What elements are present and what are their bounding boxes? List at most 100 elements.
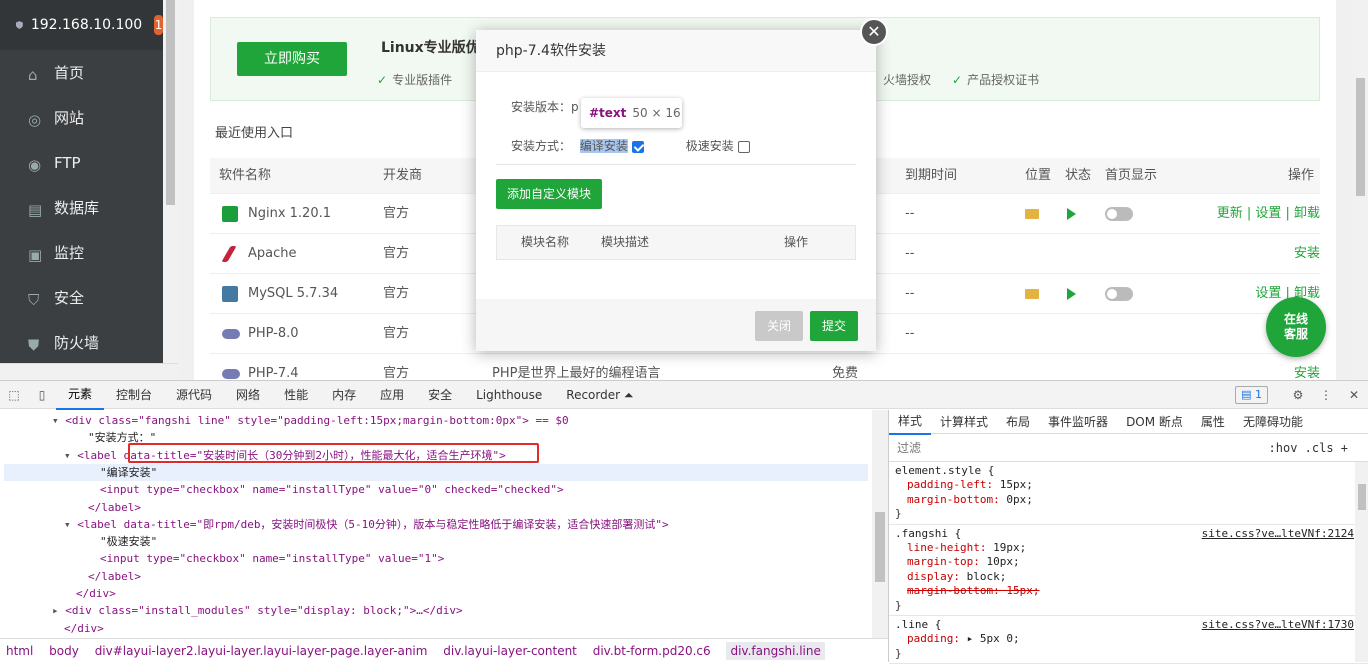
- dom-node-line[interactable]: ▾ <label data-title="即rpm/deb，安装时间极快（5-1…: [0, 516, 669, 533]
- rule-source-link[interactable]: site.css?ve…lteVNf:2124: [1202, 527, 1354, 541]
- overridden-css-property[interactable]: margin-bottom: 15px;: [895, 584, 1362, 598]
- sidebar-item-website[interactable]: ◎ 网站: [0, 95, 163, 140]
- dom-node-line[interactable]: ▾ <div class="fangshi line" style="paddi…: [0, 412, 569, 429]
- css-property[interactable]: display: block;: [895, 570, 1362, 584]
- dom-node-line[interactable]: "编译安装": [4, 463, 868, 481]
- filter-toolbar[interactable]: :hov .cls +: [1269, 434, 1348, 462]
- dom-node-line[interactable]: </label>: [0, 499, 141, 516]
- folder-icon[interactable]: [1025, 208, 1039, 219]
- check-icon: ✓: [952, 73, 963, 87]
- tab-accessibility[interactable]: 无障碍功能: [1234, 410, 1312, 434]
- sidebar-item-monitor[interactable]: ▣ 监控: [0, 230, 163, 275]
- fast-install-checkbox[interactable]: [737, 140, 750, 153]
- tab-styles[interactable]: 样式: [889, 409, 932, 435]
- tab-lighthouse[interactable]: Lighthouse: [464, 381, 554, 409]
- expand-arrow-icon[interactable]: ▾: [64, 518, 77, 531]
- submit-button[interactable]: 提交: [810, 311, 858, 341]
- close-icon[interactable]: ✕: [860, 18, 888, 46]
- tab-dom-breakpoints[interactable]: DOM 断点: [1117, 410, 1192, 434]
- col-ops: 操作: [1288, 168, 1315, 183]
- tab-application[interactable]: 应用: [368, 381, 416, 409]
- tab-layout[interactable]: 布局: [997, 410, 1039, 434]
- recent-entry-label: 最近使用入口: [215, 126, 294, 141]
- breadcrumb-item-active[interactable]: div.fangshi.line: [726, 642, 825, 660]
- styles-scrollbar[interactable]: [1355, 462, 1368, 662]
- tab-elements[interactable]: 元素: [56, 380, 105, 410]
- gear-icon[interactable]: ⚙: [1284, 388, 1312, 402]
- dom-node-line[interactable]: ▸ <div class="install_modules" style="di…: [0, 602, 463, 619]
- tab-properties[interactable]: 属性: [1192, 410, 1234, 434]
- tab-performance[interactable]: 性能: [272, 381, 320, 409]
- folder-icon[interactable]: [1025, 288, 1039, 299]
- row-actions[interactable]: 更新 | 设置 | 卸载: [1217, 194, 1320, 234]
- tab-network[interactable]: 网络: [224, 381, 272, 409]
- sidebar-scrollbar[interactable]: [163, 0, 178, 363]
- home-display-toggle[interactable]: [1105, 206, 1133, 221]
- sidebar-item-database[interactable]: ▤ 数据库: [0, 185, 163, 230]
- css-property[interactable]: padding: ▸ 5px 0;: [895, 632, 1362, 646]
- issues-badge[interactable]: ▤ 1: [1235, 386, 1268, 404]
- tab-computed[interactable]: 计算样式: [931, 410, 997, 434]
- scrollbar-thumb[interactable]: [1358, 484, 1366, 510]
- install-link[interactable]: 安装: [1294, 354, 1320, 380]
- version-select[interactable]: p: [571, 100, 579, 114]
- breadcrumb-item[interactable]: html: [6, 644, 33, 658]
- device-toolbar-icon[interactable]: ▯: [28, 388, 56, 402]
- close-icon[interactable]: ✕: [1340, 388, 1368, 402]
- highlight-box: [128, 443, 539, 463]
- add-custom-module-button[interactable]: 添加自定义模块: [496, 179, 602, 209]
- dom-node-line[interactable]: "极速安装": [0, 533, 157, 550]
- sidebar-item-home[interactable]: ⌂ 首页: [0, 50, 163, 95]
- tab-security[interactable]: 安全: [416, 381, 464, 409]
- play-icon[interactable]: [1067, 207, 1076, 220]
- css-property[interactable]: margin-top: 10px;: [895, 555, 1362, 569]
- breadcrumb-item[interactable]: div.bt-form.pd20.c6: [593, 644, 711, 658]
- sidebar-item-security[interactable]: ⛉ 安全: [0, 275, 163, 320]
- sidebar-item-firewall[interactable]: ⛊ 防火墙: [0, 320, 163, 365]
- play-icon[interactable]: [1067, 287, 1076, 300]
- css-property[interactable]: padding-left: 15px;: [895, 478, 1362, 492]
- tab-memory[interactable]: 内存: [320, 381, 368, 409]
- expand-arrow-icon[interactable]: ▾: [64, 449, 77, 462]
- sidebar-horizontal-scrollbar[interactable]: [0, 363, 178, 380]
- tab-sources[interactable]: 源代码: [164, 381, 224, 409]
- dom-node-line[interactable]: </div>: [0, 620, 104, 637]
- elements-scrollbar[interactable]: [872, 410, 888, 638]
- dom-node-line[interactable]: </label>: [0, 568, 141, 585]
- install-link[interactable]: 安装: [1294, 234, 1320, 274]
- styles-filter-input[interactable]: 过滤 :hov .cls +: [889, 434, 1368, 462]
- dom-node-line[interactable]: </div>: [0, 585, 116, 602]
- css-property[interactable]: margin-bottom: 0px;: [895, 493, 1362, 507]
- fast-install-label[interactable]: 极速安装: [686, 139, 734, 153]
- buy-now-button[interactable]: 立即购买: [237, 42, 347, 76]
- home-display-toggle[interactable]: [1105, 286, 1133, 301]
- css-property[interactable]: line-height: 19px;: [895, 541, 1362, 555]
- tab-event-listeners[interactable]: 事件监听器: [1039, 410, 1117, 434]
- compile-install-checkbox[interactable]: [631, 140, 644, 153]
- dom-node-line[interactable]: <input type="checkbox" name="installType…: [0, 481, 564, 498]
- breadcrumb-item[interactable]: div#layui-layer2.layui-layer.layui-layer…: [95, 644, 428, 658]
- promo-title: Linux专业版优: [381, 40, 480, 56]
- scrollbar-thumb[interactable]: [1356, 78, 1365, 196]
- tab-console[interactable]: 控制台: [104, 381, 164, 409]
- rule-source-link[interactable]: site.css?ve…lteVNf:1730: [1202, 618, 1354, 632]
- scrollbar-thumb[interactable]: [875, 512, 885, 582]
- software-name: PHP-7.4: [248, 366, 299, 380]
- notification-badge[interactable]: 1: [154, 15, 163, 35]
- expand-arrow-icon[interactable]: ▸: [52, 604, 65, 617]
- inspect-element-icon[interactable]: ⬚: [0, 388, 28, 402]
- close-button[interactable]: 关闭: [755, 311, 803, 341]
- online-service-button[interactable]: 在线 客服: [1266, 297, 1326, 357]
- dom-node-line[interactable]: <input type="checkbox" name="installType…: [0, 550, 444, 567]
- breadcrumb-item[interactable]: div.layui-layer-content: [443, 644, 577, 658]
- tab-recorder[interactable]: Recorder ⏶: [554, 381, 645, 409]
- more-menu-icon[interactable]: ⋮: [1312, 388, 1340, 402]
- expand-arrow-icon[interactable]: ▾: [52, 414, 65, 427]
- compile-install-label[interactable]: 编译安装: [579, 139, 628, 153]
- main-scrollbar[interactable]: [1353, 0, 1368, 380]
- sidebar-item-ftp[interactable]: ◉ FTP: [0, 140, 163, 185]
- sidebar: 192.168.10.100 1 ⌂ 首页 ◎ 网站 ◉ FTP ▤ 数据库 ▣ 监控 ⛉…: [0, 0, 163, 363]
- sidebar-item-label: 首页: [54, 64, 85, 82]
- scrollbar-thumb[interactable]: [166, 0, 175, 205]
- breadcrumb-item[interactable]: body: [49, 644, 79, 658]
